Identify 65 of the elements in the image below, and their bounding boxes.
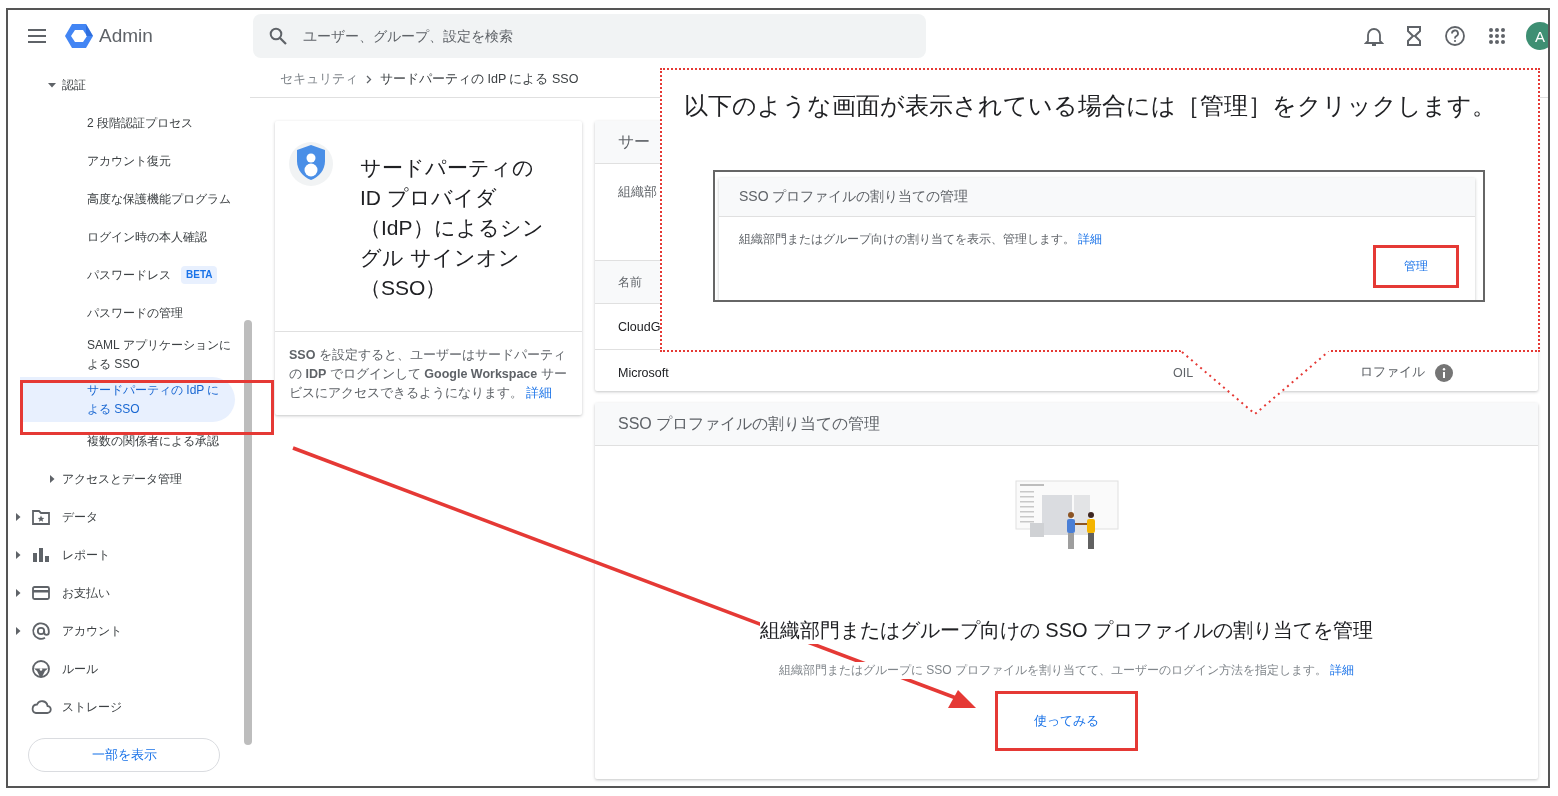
chevron-icon — [366, 75, 372, 84]
at-sign-icon — [31, 621, 51, 641]
sidebar-item[interactable]: ストレージ — [8, 688, 235, 726]
sidebar-item[interactable]: パスワードの管理 — [20, 294, 235, 332]
logo-icon — [65, 23, 93, 49]
section-heading: 組織部門またはグループ向けの SSO プロファイルの割り当てを管理 — [759, 617, 1374, 644]
section-description: 組織部門またはグループに SSO プロファイルを割り当てて、ユーザーのログイン方法を指定します。 詳細 — [778, 662, 1355, 679]
card-title: SSO プロファイルの割り当ての管理 — [618, 413, 881, 434]
notifications-icon[interactable] — [1364, 25, 1384, 47]
sidebar-item[interactable]: 認証 — [20, 66, 235, 104]
table-cell-text: Microsoft — [618, 365, 670, 380]
caret-icon[interactable] — [14, 551, 22, 559]
details-link[interactable]: 詳細 — [526, 386, 553, 400]
caret-icon[interactable] — [14, 513, 22, 521]
table-cell-text: CloudG — [618, 319, 662, 334]
details-link[interactable]: 詳細 — [1078, 233, 1103, 245]
card-title: サー — [618, 131, 650, 152]
scrollbar[interactable] — [244, 320, 252, 745]
steering-wheel-icon — [31, 659, 51, 679]
sidebar-item[interactable]: アカウント復元 — [20, 142, 235, 180]
help-icon[interactable] — [1444, 25, 1466, 47]
caret-icon[interactable] — [14, 627, 22, 635]
sidebar-item[interactable]: アカウント — [8, 612, 235, 650]
table-cell-text: OIL — [1173, 365, 1195, 380]
sidebar-item[interactable]: お支払い — [8, 574, 235, 612]
beta-badge: BETA — [181, 266, 218, 284]
sidebar-item[interactable]: ログイン時の本人確認 — [20, 218, 235, 256]
callout-text: 以下のような画面が表示されている場合には［管理］をクリックします。 — [683, 91, 1497, 121]
table-cell: ロファイル — [1360, 364, 1425, 381]
details-link[interactable]: 詳細 — [1330, 663, 1355, 677]
hourglass-icon[interactable] — [1406, 25, 1422, 47]
info-icon[interactable] — [1435, 363, 1453, 382]
product-name: Admin — [99, 25, 153, 47]
apps-icon[interactable] — [1488, 27, 1506, 45]
sidebar-item[interactable]: データ — [8, 498, 235, 536]
show-less-button[interactable]: 一部を表示 — [28, 738, 220, 772]
card-title: サードパーティの ID プロバイダ（IdP）によるシングル サインオン（SSO） — [360, 155, 545, 301]
breadcrumb-item: サードパーティの IdP による SSO — [380, 71, 579, 88]
sidebar-item[interactable]: SAML アプリケーションによる SSO — [20, 332, 235, 377]
search-icon — [269, 27, 287, 45]
sidebar-item[interactable]: 2 段階認証プロセス — [20, 104, 235, 142]
caret-icon[interactable] — [14, 589, 22, 597]
menu-icon[interactable] — [28, 29, 46, 43]
bar-chart-icon — [31, 545, 51, 565]
card-description: 組織部 — [618, 185, 657, 199]
sidebar-item[interactable]: 高度な保護機能プログラム — [20, 180, 235, 218]
sidebar-item[interactable]: レポート — [8, 536, 235, 574]
avatar[interactable]: A — [1526, 22, 1548, 50]
cloud-icon — [30, 697, 52, 717]
search-field[interactable]: ユーザー、グループ、設定を検索 — [253, 14, 926, 58]
caret-icon[interactable] — [48, 81, 56, 89]
folder-star-icon — [31, 507, 51, 527]
card-description: 組織部門またはグループ向けの割り当てを表示、管理します。 詳細 — [738, 232, 1104, 247]
sidebar-item[interactable]: アクセスとデータ管理 — [20, 460, 235, 498]
card-description: SSO を設定すると、ユーザーはサードパーティの IDP でログインして Google Workspace サービスにアクセスできるようになります。 詳細 — [288, 347, 568, 402]
breadcrumb-item[interactable]: セキュリティ — [280, 71, 358, 88]
credit-card-icon — [31, 583, 51, 603]
column-header: 名前 — [618, 273, 642, 291]
sidebar-item[interactable]: 複数の関係者による承認 — [20, 422, 235, 460]
card-title: SSO プロファイルの割り当ての管理 — [739, 188, 969, 206]
shield-user-icon — [289, 141, 333, 187]
caret-icon[interactable] — [48, 475, 56, 483]
sidebar-item[interactable]: サードパーティの IdP による SSO — [20, 377, 235, 422]
sidebar-item[interactable]: パスワードレス BETA — [20, 256, 235, 294]
sidebar-item[interactable]: ルール — [8, 650, 235, 688]
